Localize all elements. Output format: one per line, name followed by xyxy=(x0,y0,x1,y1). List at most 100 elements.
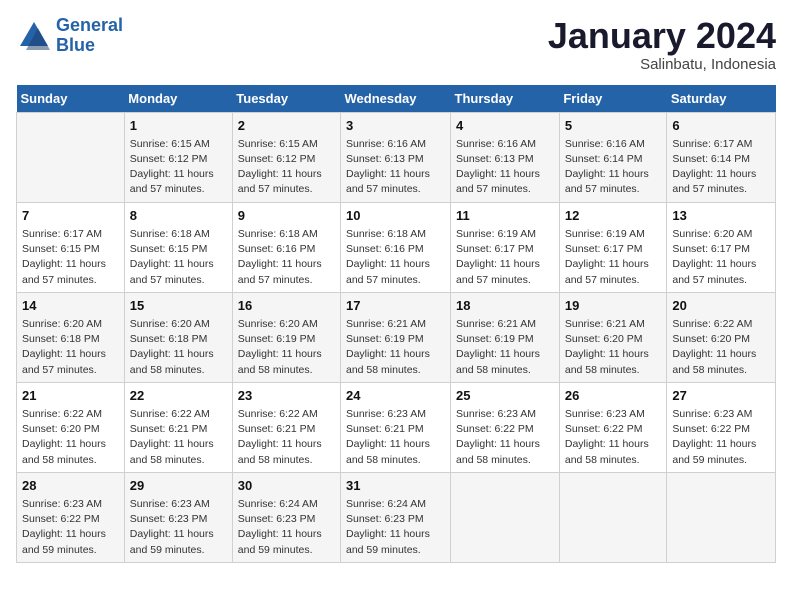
calendar-cell: 8 Sunrise: 6:18 AM Sunset: 6:15 PM Daylig… xyxy=(124,202,232,292)
day-info: Sunrise: 6:22 AM Sunset: 6:21 PM Dayligh… xyxy=(238,407,335,468)
day-number: 25 xyxy=(456,387,554,405)
day-info: Sunrise: 6:16 AM Sunset: 6:14 PM Dayligh… xyxy=(565,137,662,198)
day-info: Sunrise: 6:22 AM Sunset: 6:20 PM Dayligh… xyxy=(22,407,119,468)
day-info: Sunrise: 6:20 AM Sunset: 6:17 PM Dayligh… xyxy=(672,227,770,288)
week-row-2: 7 Sunrise: 6:17 AM Sunset: 6:15 PM Daylig… xyxy=(17,202,776,292)
weekday-header-wednesday: Wednesday xyxy=(341,85,451,113)
day-number: 12 xyxy=(565,207,662,225)
calendar-cell xyxy=(451,472,560,562)
day-number: 9 xyxy=(238,207,335,225)
day-number: 28 xyxy=(22,477,119,495)
day-info: Sunrise: 6:23 AM Sunset: 6:23 PM Dayligh… xyxy=(130,497,227,558)
day-number: 4 xyxy=(456,117,554,135)
calendar-cell: 26 Sunrise: 6:23 AM Sunset: 6:22 PM Dayli… xyxy=(559,382,667,472)
calendar-table: SundayMondayTuesdayWednesdayThursdayFrid… xyxy=(16,85,776,563)
day-info: Sunrise: 6:23 AM Sunset: 6:22 PM Dayligh… xyxy=(672,407,770,468)
day-number: 23 xyxy=(238,387,335,405)
day-number: 2 xyxy=(238,117,335,135)
day-number: 27 xyxy=(672,387,770,405)
calendar-cell: 13 Sunrise: 6:20 AM Sunset: 6:17 PM Dayli… xyxy=(667,202,776,292)
day-number: 20 xyxy=(672,297,770,315)
day-info: Sunrise: 6:19 AM Sunset: 6:17 PM Dayligh… xyxy=(565,227,662,288)
logo: General Blue xyxy=(16,16,123,56)
logo-general: General xyxy=(56,15,123,35)
calendar-cell: 27 Sunrise: 6:23 AM Sunset: 6:22 PM Dayli… xyxy=(667,382,776,472)
weekday-header-saturday: Saturday xyxy=(667,85,776,113)
calendar-cell: 5 Sunrise: 6:16 AM Sunset: 6:14 PM Daylig… xyxy=(559,112,667,202)
calendar-cell: 3 Sunrise: 6:16 AM Sunset: 6:13 PM Daylig… xyxy=(341,112,451,202)
calendar-cell: 18Sunrise: 6:21 AM Sunset: 6:19 PM Dayli… xyxy=(451,292,560,382)
calendar-cell: 14Sunrise: 6:20 AM Sunset: 6:18 PM Dayli… xyxy=(17,292,125,382)
day-info: Sunrise: 6:18 AM Sunset: 6:16 PM Dayligh… xyxy=(346,227,445,288)
day-number: 13 xyxy=(672,207,770,225)
day-info: Sunrise: 6:18 AM Sunset: 6:16 PM Dayligh… xyxy=(238,227,335,288)
calendar-cell: 21 Sunrise: 6:22 AM Sunset: 6:20 PM Dayli… xyxy=(17,382,125,472)
day-info: Sunrise: 6:17 AM Sunset: 6:14 PM Dayligh… xyxy=(672,137,770,198)
calendar-cell: 17 Sunrise: 6:21 AM Sunset: 6:19 PM Dayli… xyxy=(341,292,451,382)
day-info: Sunrise: 6:21 AM Sunset: 6:19 PM Dayligh… xyxy=(346,317,445,378)
calendar-cell: 29 Sunrise: 6:23 AM Sunset: 6:23 PM Dayli… xyxy=(124,472,232,562)
day-number: 15 xyxy=(130,297,227,315)
day-info: Sunrise: 6:21 AM Sunset: 6:20 PM Dayligh… xyxy=(565,317,662,378)
day-info: Sunrise: 6:17 AM Sunset: 6:15 PM Dayligh… xyxy=(22,227,119,288)
calendar-cell: 6 Sunrise: 6:17 AM Sunset: 6:14 PM Daylig… xyxy=(667,112,776,202)
location: Salinbatu, Indonesia xyxy=(548,56,776,73)
day-info: Sunrise: 6:24 AM Sunset: 6:23 PM Dayligh… xyxy=(238,497,335,558)
logo-blue: Blue xyxy=(56,35,95,55)
day-number: 14 xyxy=(22,297,119,315)
day-number: 1 xyxy=(130,117,227,135)
weekday-header-friday: Friday xyxy=(559,85,667,113)
calendar-cell: 31Sunrise: 6:24 AM Sunset: 6:23 PM Dayli… xyxy=(341,472,451,562)
day-number: 24 xyxy=(346,387,445,405)
day-number: 5 xyxy=(565,117,662,135)
calendar-cell: 25Sunrise: 6:23 AM Sunset: 6:22 PM Dayli… xyxy=(451,382,560,472)
calendar-cell: 16 Sunrise: 6:20 AM Sunset: 6:19 PM Dayli… xyxy=(232,292,340,382)
week-row-4: 21 Sunrise: 6:22 AM Sunset: 6:20 PM Dayli… xyxy=(17,382,776,472)
day-info: Sunrise: 6:16 AM Sunset: 6:13 PM Dayligh… xyxy=(346,137,445,198)
calendar-cell: 2Sunrise: 6:15 AM Sunset: 6:12 PM Daylig… xyxy=(232,112,340,202)
day-info: Sunrise: 6:22 AM Sunset: 6:21 PM Dayligh… xyxy=(130,407,227,468)
calendar-cell: 20 Sunrise: 6:22 AM Sunset: 6:20 PM Dayli… xyxy=(667,292,776,382)
day-info: Sunrise: 6:22 AM Sunset: 6:20 PM Dayligh… xyxy=(672,317,770,378)
day-info: Sunrise: 6:18 AM Sunset: 6:15 PM Dayligh… xyxy=(130,227,227,288)
calendar-cell: 1Sunrise: 6:15 AM Sunset: 6:12 PM Daylig… xyxy=(124,112,232,202)
calendar-cell: 12 Sunrise: 6:19 AM Sunset: 6:17 PM Dayli… xyxy=(559,202,667,292)
day-number: 26 xyxy=(565,387,662,405)
weekday-header-tuesday: Tuesday xyxy=(232,85,340,113)
week-row-3: 14 Sunrise: 6:20 AM Sunset: 6:18 PM Dayli… xyxy=(17,292,776,382)
calendar-cell xyxy=(559,472,667,562)
weekday-header-row: SundayMondayTuesdayWednesdayThursdayFrid… xyxy=(17,85,776,113)
day-number: 8 xyxy=(130,207,227,225)
day-info: Sunrise: 6:16 AM Sunset: 6:13 PM Dayligh… xyxy=(456,137,554,198)
day-info: Sunrise: 6:23 AM Sunset: 6:22 PM Dayligh… xyxy=(22,497,119,558)
day-number: 30 xyxy=(238,477,335,495)
calendar-cell: 23 Sunrise: 6:22 AM Sunset: 6:21 PM Dayli… xyxy=(232,382,340,472)
day-number: 16 xyxy=(238,297,335,315)
day-info: Sunrise: 6:23 AM Sunset: 6:21 PM Dayligh… xyxy=(346,407,445,468)
day-number: 6 xyxy=(672,117,770,135)
calendar-cell xyxy=(17,112,125,202)
day-number: 19 xyxy=(565,297,662,315)
day-number: 29 xyxy=(130,477,227,495)
day-number: 7 xyxy=(22,207,119,225)
day-info: Sunrise: 6:24 AM Sunset: 6:23 PM Dayligh… xyxy=(346,497,445,558)
day-info: Sunrise: 6:20 AM Sunset: 6:18 PM Dayligh… xyxy=(130,317,227,378)
day-number: 17 xyxy=(346,297,445,315)
day-number: 18 xyxy=(456,297,554,315)
calendar-cell: 24 Sunrise: 6:23 AM Sunset: 6:21 PM Dayli… xyxy=(341,382,451,472)
title-block: January 2024 Salinbatu, Indonesia xyxy=(548,16,776,73)
week-row-5: 28 Sunrise: 6:23 AM Sunset: 6:22 PM Dayli… xyxy=(17,472,776,562)
calendar-cell: 4 Sunrise: 6:16 AM Sunset: 6:13 PM Daylig… xyxy=(451,112,560,202)
day-info: Sunrise: 6:19 AM Sunset: 6:17 PM Dayligh… xyxy=(456,227,554,288)
calendar-cell xyxy=(667,472,776,562)
day-info: Sunrise: 6:23 AM Sunset: 6:22 PM Dayligh… xyxy=(565,407,662,468)
calendar-cell: 22Sunrise: 6:22 AM Sunset: 6:21 PM Dayli… xyxy=(124,382,232,472)
day-number: 21 xyxy=(22,387,119,405)
logo-icon xyxy=(16,18,52,54)
day-number: 3 xyxy=(346,117,445,135)
calendar-cell: 7 Sunrise: 6:17 AM Sunset: 6:15 PM Daylig… xyxy=(17,202,125,292)
page-header: General Blue January 2024 Salinbatu, Ind… xyxy=(16,16,776,73)
calendar-cell: 28 Sunrise: 6:23 AM Sunset: 6:22 PM Dayli… xyxy=(17,472,125,562)
day-info: Sunrise: 6:20 AM Sunset: 6:19 PM Dayligh… xyxy=(238,317,335,378)
calendar-cell: 30 Sunrise: 6:24 AM Sunset: 6:23 PM Dayli… xyxy=(232,472,340,562)
